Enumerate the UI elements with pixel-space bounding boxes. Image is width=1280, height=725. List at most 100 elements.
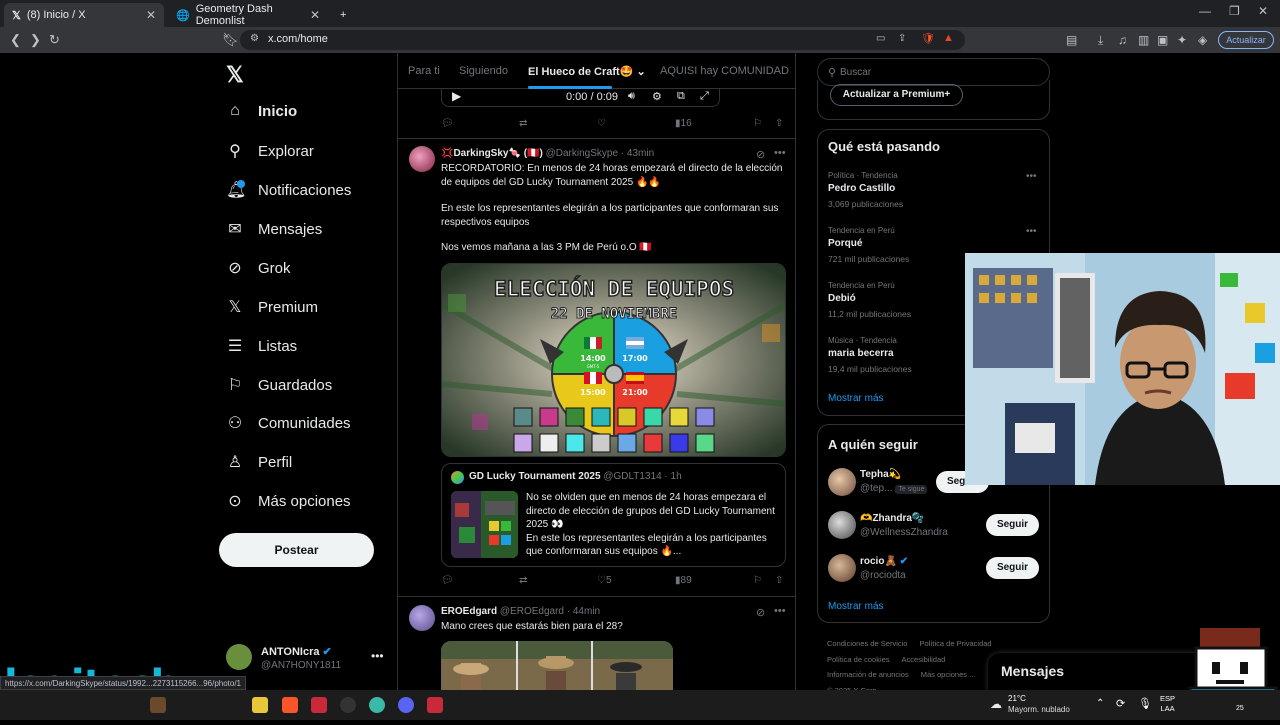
follow-name[interactable]: rocio🧸 ✔ <box>860 556 908 567</box>
author-handle[interactable]: @DarkingSkype <box>546 148 618 159</box>
upgrade-premium-button[interactable]: Actualizar a Premium+ <box>830 84 963 106</box>
app-icon[interactable] <box>369 697 385 713</box>
avatar[interactable] <box>409 605 435 631</box>
account-switcher[interactable]: ANTONIcra ✔ @AN7HONY1811 ••• <box>226 644 386 674</box>
share-icon[interactable]: ⇧ <box>775 575 783 586</box>
clock-date-fragment[interactable]: 25 <box>1236 705 1244 712</box>
nav-item-grok[interactable]: ⊘ Grok <box>226 258 290 278</box>
post-image[interactable]: 14:00 GMT-5 17:00 15:00 21:00 ELECCIÓN D… <box>441 263 786 457</box>
settings-icon[interactable]: ⚙ <box>652 90 662 103</box>
more-icon[interactable]: ••• <box>1026 171 1037 182</box>
new-tab-button[interactable]: + <box>332 3 352 27</box>
avatar[interactable] <box>828 511 856 539</box>
reader-icon[interactable]: ▤ <box>1066 33 1077 47</box>
tab-siguiendo[interactable]: Siguiendo <box>459 65 508 77</box>
obs-icon[interactable] <box>340 697 356 713</box>
fullscreen-icon[interactable]: ⤢ <box>700 90 709 103</box>
grok-explain-icon[interactable]: ⊘ <box>756 148 765 161</box>
footer-link[interactable]: Condiciones de Servicio <box>827 639 907 648</box>
cast-icon[interactable]: ▭ <box>876 33 885 44</box>
follow-name[interactable]: Tepha💫 <box>860 469 901 480</box>
tab-el-hueco-de-craft[interactable]: El Hueco de Craft🤩 ⌄ <box>528 65 646 78</box>
pip-icon[interactable]: ⧉ <box>677 90 685 103</box>
footer-link[interactable]: Accesibilidad <box>902 655 946 664</box>
repost-icon[interactable]: ⇄ <box>519 575 527 586</box>
like-icon[interactable]: ♡ 5 <box>597 575 612 586</box>
update-browser-button[interactable]: Actualizar <box>1218 31 1274 49</box>
views-icon[interactable]: ▮ 89 <box>675 575 692 586</box>
author-handle[interactable]: @EROEdgard <box>500 606 564 617</box>
more-icon[interactable]: ••• <box>371 649 384 663</box>
volume-icon[interactable]: 🔊︎ <box>628 90 635 103</box>
quoted-post[interactable]: GD Lucky Tournament 2025 @GDLT1314 · 1h … <box>441 463 786 567</box>
restore-icon[interactable]: ❐ <box>1229 4 1240 18</box>
bookmark-icon[interactable]: ⚐ <box>753 575 762 586</box>
minimize-icon[interactable]: — <box>1199 4 1211 18</box>
close-icon[interactable]: ✕ <box>146 8 156 22</box>
post-image[interactable] <box>441 641 673 690</box>
author-name[interactable]: 💢DarkingSky🍬 (🇵🇪) <box>441 148 543 159</box>
weather-widget[interactable]: ☁ 21°C Mayorm. nublado <box>990 693 1090 717</box>
url-bar[interactable]: ⚙ x.com/home ▭ ⇪ 🛡 ▲ <box>240 30 965 50</box>
download-icon[interactable]: ⤓ <box>1098 33 1103 48</box>
sidebar-icon[interactable]: ▥ <box>1138 33 1149 47</box>
play-icon[interactable]: ▶ <box>452 89 461 103</box>
show-more-link[interactable]: Mostrar más <box>828 393 884 404</box>
like-icon[interactable]: ♡ <box>597 118 606 129</box>
browser-tab-demonlist[interactable]: 🌐 Geometry Dash Demonlist ✕ <box>168 3 328 27</box>
mic-icon[interactable]: 🎙︎ <box>1138 697 1152 710</box>
x-logo[interactable]: 𝕏 <box>226 62 244 88</box>
messages-drawer[interactable]: Mensajes <box>988 653 1208 693</box>
brave-rewards-icon[interactable]: ▲ <box>943 32 954 44</box>
nav-item-comunidades[interactable]: ⚇ Comunidades <box>226 413 351 433</box>
footer-link[interactable]: Información de anuncios <box>827 670 909 679</box>
follow-button[interactable]: Seguir <box>986 514 1039 536</box>
reload-icon[interactable]: ↻ <box>49 32 60 48</box>
more-icon[interactable]: ••• <box>774 147 786 159</box>
nav-item-explorar[interactable]: ⚲ Explorar <box>226 141 314 161</box>
post-time[interactable]: · 43min <box>621 148 654 159</box>
browser-tab-x[interactable]: 𝕏 (8) Inicio / X ✕ <box>4 3 164 27</box>
more-icon[interactable]: ••• <box>1026 226 1037 237</box>
brave-icon[interactable] <box>282 697 298 713</box>
back-icon[interactable]: ❮ <box>10 32 21 48</box>
close-icon[interactable]: ✕ <box>310 8 320 22</box>
repost-icon[interactable]: ⇄ <box>519 118 527 129</box>
brave-shield-icon[interactable]: 🛡 <box>921 32 935 45</box>
views-icon[interactable]: ▮ 16 <box>675 118 692 129</box>
vpn-icon[interactable]: ◈ <box>1198 33 1207 47</box>
site-info-icon[interactable]: ⚙ <box>250 33 259 44</box>
share-icon[interactable]: ⇧ <box>775 118 783 129</box>
follow-button[interactable]: Seguir <box>986 557 1039 579</box>
avatar[interactable] <box>828 554 856 582</box>
app-icon[interactable] <box>150 697 166 713</box>
nav-item-inicio[interactable]: ⌂ Inicio <box>226 102 297 120</box>
discord-icon[interactable] <box>398 697 414 713</box>
share-icon[interactable]: ⇪ <box>898 33 906 44</box>
bookmark-icon[interactable]: ⚐ <box>753 118 762 129</box>
app-icon[interactable] <box>427 697 443 713</box>
nav-item-guardados[interactable]: ⚐ Guardados <box>226 375 332 395</box>
app-icon[interactable] <box>311 697 327 713</box>
music-icon[interactable]: ♫ <box>1118 33 1127 47</box>
nav-item-listas[interactable]: ☰ Listas <box>226 336 297 356</box>
leo-ai-icon[interactable]: ✦ <box>1177 33 1187 47</box>
reply-icon[interactable]: 💬︎ <box>441 575 454 586</box>
forward-icon[interactable]: ❯ <box>30 32 41 48</box>
post-button[interactable]: Postear <box>219 533 374 567</box>
sync-icon[interactable]: ⟳ <box>1116 697 1125 710</box>
nav-item-mas-opciones[interactable]: ⊙ Más opciones <box>226 491 350 511</box>
wallet-icon[interactable]: ▣ <box>1157 33 1168 47</box>
bookmark-page-icon[interactable]: 🔖︎ <box>222 32 239 48</box>
nav-item-premium[interactable]: 𝕏 Premium <box>226 297 318 317</box>
tab-para-ti[interactable]: Para ti <box>408 65 440 77</box>
window-close-icon[interactable]: ✕ <box>1258 4 1268 18</box>
file-explorer-icon[interactable] <box>252 697 268 713</box>
avatar[interactable] <box>409 146 435 172</box>
nav-item-perfil[interactable]: ♙ Perfil <box>226 452 292 472</box>
show-more-link[interactable]: Mostrar más <box>828 601 884 612</box>
footer-link[interactable]: Más opciones ... <box>921 670 976 679</box>
footer-link[interactable]: Política de Privacidad <box>919 639 991 648</box>
tab-aquisi-hay-comunidad[interactable]: AQUISI hay COMUNIDAD <box>660 65 789 77</box>
chevron-up-icon[interactable]: ⌃ <box>1096 698 1104 709</box>
